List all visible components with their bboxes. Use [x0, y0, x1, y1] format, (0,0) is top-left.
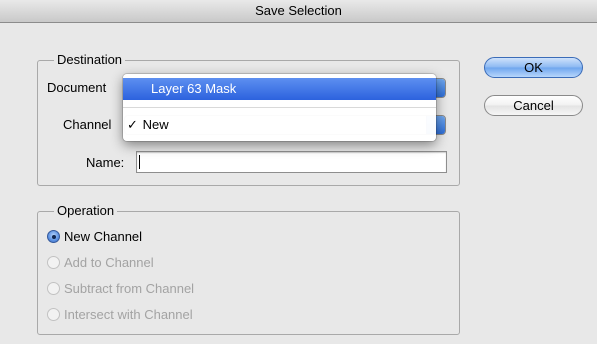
ok-button[interactable]: OK: [484, 57, 583, 78]
menu-item-label: Layer 63 Mask: [151, 81, 237, 96]
name-label: Name:: [86, 155, 125, 170]
radio-label: Subtract from Channel: [64, 281, 195, 296]
radio-intersect-with-channel: Intersect with Channel: [47, 306, 193, 324]
operation-legend: Operation: [54, 203, 118, 218]
radio-subtract-from-channel: Subtract from Channel: [47, 280, 194, 298]
radio-label: Intersect with Channel: [64, 307, 193, 322]
radio-label: Add to Channel: [64, 255, 154, 270]
name-field[interactable]: [136, 151, 447, 173]
radio-icon: [47, 256, 60, 269]
radio-add-to-channel: Add to Channel: [47, 254, 154, 272]
radio-selected-icon: [47, 230, 60, 243]
menu-item-new[interactable]: ✓ New: [123, 114, 436, 136]
radio-icon: [47, 282, 60, 295]
checkmark-icon: ✓: [127, 117, 138, 132]
cancel-button[interactable]: Cancel: [484, 95, 583, 116]
menu-item-label: New: [142, 117, 169, 132]
radio-label: New Channel: [64, 229, 143, 244]
radio-icon: [47, 308, 60, 321]
dialog-title: Save Selection: [0, 0, 597, 23]
channel-label: Channel: [63, 117, 112, 132]
destination-legend: Destination: [54, 52, 126, 67]
text-caret: [139, 155, 140, 169]
document-label: Document: [47, 80, 107, 95]
menu-separator: [123, 107, 436, 108]
save-selection-dialog: Save Selection Destination Document Chan…: [0, 0, 597, 344]
radio-new-channel[interactable]: New Channel: [47, 228, 142, 246]
menu-item-layer-63-mask[interactable]: Layer 63 Mask: [123, 78, 436, 100]
document-dropdown-menu: Layer 63 Mask ✓ New: [123, 74, 436, 141]
